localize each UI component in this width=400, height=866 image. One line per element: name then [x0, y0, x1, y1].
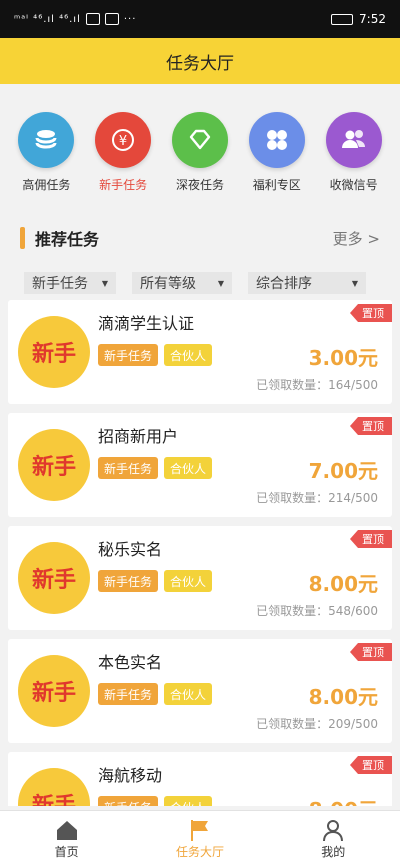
tab-home[interactable]: 首页 [22, 817, 112, 860]
task-tag: 新手任务 [98, 796, 159, 806]
filter-sort[interactable]: 综合排序 ▼ [248, 272, 366, 294]
tab-label: 首页 [54, 845, 79, 859]
pinned-badge: 置顶 [350, 643, 392, 661]
pinned-badge: 置顶 [350, 417, 392, 435]
task-title: 本色实名 [98, 653, 163, 672]
section-title: 推荐任务 [20, 226, 99, 250]
category-label: 福利专区 [252, 178, 301, 192]
newbie-badge: 新手 [18, 316, 90, 388]
task-tag: 合伙人 [164, 796, 213, 806]
pinned-badge: 置顶 [350, 304, 392, 322]
task-tag: 新手任务 [98, 683, 159, 705]
category-row: 高佣任务 ¥ 新手任务 深夜任务 福利专区 收微信号 [0, 112, 400, 198]
category-label: 收微信号 [329, 178, 378, 192]
yen-icon: ¥ [95, 112, 152, 168]
dropdown-arrow-icon: ▼ [351, 278, 358, 288]
task-price: 8.00元 [308, 572, 378, 596]
tab-label: 我的 [321, 845, 346, 859]
clover-icon [248, 112, 305, 168]
task-tags: 新手任务 合伙人 [98, 457, 213, 479]
tab-task-hall[interactable]: 任务大厅 [155, 817, 245, 860]
users-icon [325, 112, 382, 168]
task-title: 秘乐实名 [98, 540, 163, 559]
dropdown-arrow-icon: ▼ [101, 278, 108, 288]
app-notification-icon [85, 13, 100, 25]
task-list: 新手 滴滴学生认证 新手任务 合伙人 3.00元 已领取数量：164/500 置… [8, 300, 392, 806]
flag-icon [190, 820, 208, 841]
filter-label: 所有等级 [140, 276, 196, 292]
task-tags: 新手任务 合伙人 [98, 796, 213, 806]
task-claimed-count: 已领取数量：548/600 [256, 604, 378, 618]
filter-task-type[interactable]: 新手任务 ▼ [24, 272, 116, 294]
status-bar: ᵐᵃᴵ ⁴⁶.ıl ⁴⁶.ıl ··· 7:52 [0, 0, 400, 38]
task-tag: 合伙人 [164, 457, 213, 479]
category-wechat[interactable]: 收微信号 [318, 112, 390, 198]
page-title: 任务大厅 [0, 38, 400, 84]
task-price: 8.00元 [308, 685, 378, 709]
tab-label: 任务大厅 [175, 845, 224, 859]
task-price: 3.00元 [308, 346, 378, 370]
category-label: 新手任务 [99, 178, 148, 192]
task-tag: 新手任务 [98, 457, 159, 479]
app-notification-icon [104, 13, 119, 25]
pinned-badge: 置顶 [350, 756, 392, 774]
dropdown-arrow-icon: ▼ [217, 278, 224, 288]
tab-mine[interactable]: 我的 [288, 817, 378, 860]
signal-indicators: ᵐᵃᴵ ⁴⁶.ıl ⁴⁶.ıl [14, 13, 81, 25]
category-newbie[interactable]: ¥ 新手任务 [87, 112, 159, 198]
task-tags: 新手任务 合伙人 [98, 570, 213, 592]
task-tag: 合伙人 [164, 344, 213, 366]
clock: 7:52 [359, 12, 386, 26]
status-left: ᵐᵃᴵ ⁴⁶.ıl ⁴⁶.ıl ··· [14, 13, 136, 25]
more-link[interactable]: 更多 > [333, 228, 380, 249]
category-welfare[interactable]: 福利专区 [241, 112, 313, 198]
task-tags: 新手任务 合伙人 [98, 683, 213, 705]
task-claimed-count: 已领取数量：214/500 [256, 491, 378, 505]
filter-label: 新手任务 [32, 276, 88, 292]
battery-icon [331, 13, 354, 25]
task-title: 滴滴学生认证 [98, 314, 195, 333]
task-tag: 合伙人 [164, 570, 213, 592]
bottom-tab-bar: 首页 任务大厅 我的 [0, 810, 400, 866]
filter-level[interactable]: 所有等级 ▼ [132, 272, 232, 294]
category-label: 深夜任务 [175, 178, 224, 192]
more-notifications-icon: ··· [123, 13, 137, 25]
newbie-badge: 新手 [18, 429, 90, 501]
section-accent-bar [20, 227, 25, 249]
diamond-icon [171, 112, 228, 168]
recommended-section-header: 推荐任务 更多 > [0, 220, 400, 256]
home-icon [56, 821, 77, 840]
filter-label: 综合排序 [256, 276, 312, 292]
svg-text:¥: ¥ [119, 134, 127, 149]
newbie-badge: 新手 [18, 655, 90, 727]
task-price: 7.00元 [308, 459, 378, 483]
task-card[interactable]: 新手 秘乐实名 新手任务 合伙人 8.00元 已领取数量：548/600 置顶 [8, 526, 392, 630]
task-claimed-count: 已领取数量：209/500 [256, 717, 378, 731]
task-card[interactable]: 新手 招商新用户 新手任务 合伙人 7.00元 已领取数量：214/500 置顶 [8, 413, 392, 517]
coins-icon [18, 112, 75, 168]
category-label: 高佣任务 [22, 178, 71, 192]
task-card[interactable]: 新手 本色实名 新手任务 合伙人 8.00元 已领取数量：209/500 置顶 [8, 639, 392, 743]
task-title: 招商新用户 [98, 427, 179, 446]
newbie-badge: 新手 [18, 768, 90, 806]
task-card[interactable]: 新手 滴滴学生认证 新手任务 合伙人 3.00元 已领取数量：164/500 置… [8, 300, 392, 404]
task-title: 海航移动 [98, 766, 163, 785]
filter-bar: 新手任务 ▼ 所有等级 ▼ 综合排序 ▼ [0, 272, 400, 296]
task-tag: 新手任务 [98, 570, 159, 592]
task-tag: 新手任务 [98, 344, 159, 366]
task-tag: 合伙人 [164, 683, 213, 705]
section-title-text: 推荐任务 [35, 230, 100, 249]
user-icon [323, 820, 344, 842]
newbie-badge: 新手 [18, 542, 90, 614]
category-late-night[interactable]: 深夜任务 [164, 112, 236, 198]
status-right: 7:52 [331, 12, 386, 26]
task-price: 8.00元 [309, 794, 378, 806]
task-card[interactable]: 新手 海航移动 新手任务 合伙人 8.00元 置顶 [8, 752, 392, 806]
task-tags: 新手任务 合伙人 [98, 344, 213, 366]
category-high-commission[interactable]: 高佣任务 [10, 112, 82, 198]
task-claimed-count: 已领取数量：164/500 [256, 378, 378, 392]
pinned-badge: 置顶 [350, 530, 392, 548]
